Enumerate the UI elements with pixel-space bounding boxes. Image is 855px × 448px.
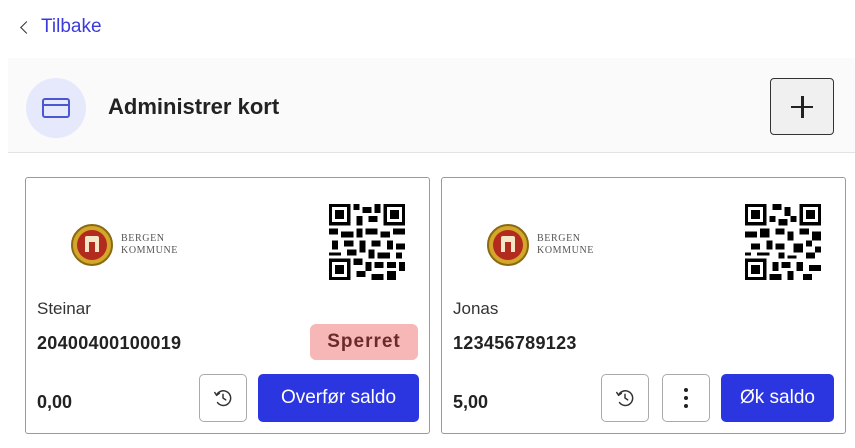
card-badge xyxy=(26,78,86,138)
chevron-left-icon xyxy=(20,20,33,34)
history-button[interactable] xyxy=(199,374,247,422)
logo-line-2: KOMMUNE xyxy=(121,245,178,256)
card-item: BERGEN KOMMUNE Jonas 123456789123 5,00 Ø… xyxy=(441,177,846,434)
more-vertical-icon xyxy=(684,388,688,408)
logo-line-1: BERGEN xyxy=(121,233,165,244)
add-card-button[interactable] xyxy=(770,78,834,135)
more-options-button[interactable] xyxy=(662,374,710,422)
card-balance: 0,00 xyxy=(37,392,73,412)
back-link[interactable]: Tilbake xyxy=(18,16,102,38)
city-seal-icon xyxy=(71,224,113,266)
credit-card-icon xyxy=(42,98,70,118)
history-button[interactable] xyxy=(601,374,649,422)
transfer-balance-button[interactable]: Overfør saldo xyxy=(258,374,419,422)
back-label: Tilbake xyxy=(41,16,102,37)
history-icon xyxy=(616,390,634,407)
qr-code xyxy=(329,204,405,280)
logo-line-1: BERGEN xyxy=(537,233,581,244)
history-icon xyxy=(214,390,232,407)
card-number: 123456789123 xyxy=(453,333,577,353)
card-holder-name: Steinar xyxy=(37,299,91,318)
card-number: 20400400100019 xyxy=(37,333,182,353)
card-balance: 5,00 xyxy=(453,392,489,412)
plus-icon xyxy=(791,95,813,118)
top-up-balance-button[interactable]: Øk saldo xyxy=(721,374,834,422)
logo-line-2: KOMMUNE xyxy=(537,245,594,256)
card-item: BERGEN KOMMUNE Steinar 20400400100019 Sp… xyxy=(25,177,430,434)
bergen-kommune-logo: BERGEN KOMMUNE xyxy=(71,224,178,266)
qr-code xyxy=(745,204,821,280)
status-badge: Sperret xyxy=(310,324,418,360)
page-header: Administrer kort xyxy=(8,58,855,153)
page-title: Administrer kort xyxy=(108,94,280,119)
city-seal-icon xyxy=(487,224,529,266)
bergen-kommune-logo: BERGEN KOMMUNE xyxy=(487,224,594,266)
card-holder-name: Jonas xyxy=(453,299,499,318)
